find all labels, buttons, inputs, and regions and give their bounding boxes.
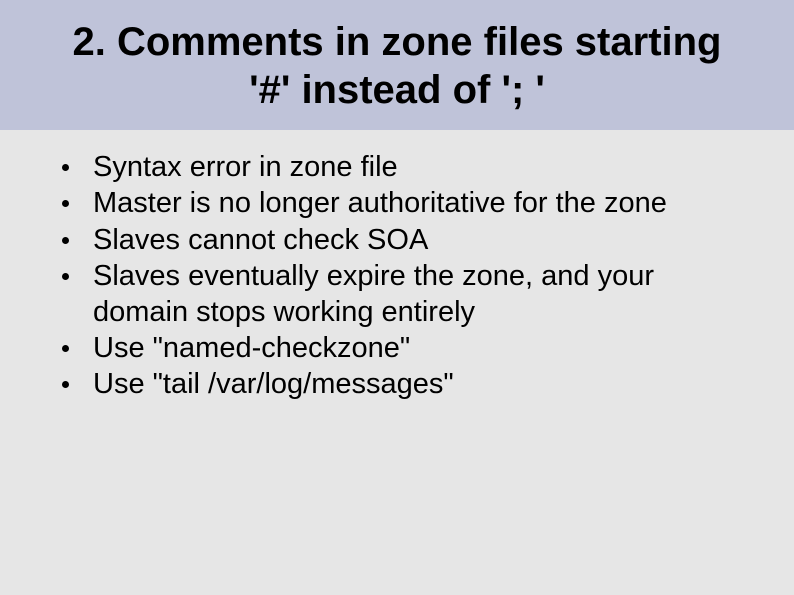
bullet-text: Slaves eventually expire the zone, and y… <box>93 259 754 330</box>
bullet-icon <box>62 237 69 244</box>
bullet-icon <box>62 200 69 207</box>
list-item: Slaves eventually expire the zone, and y… <box>58 259 754 330</box>
bullet-text: Slaves cannot check SOA <box>93 223 754 258</box>
bullet-text: Master is no longer authoritative for th… <box>93 186 754 221</box>
bullet-text: Use "named-checkzone" <box>93 331 754 366</box>
bullet-icon <box>62 273 69 280</box>
slide-title: 2. Comments in zone files starting '#' i… <box>60 18 734 114</box>
list-item: Master is no longer authoritative for th… <box>58 186 754 221</box>
bullet-icon <box>62 164 69 171</box>
list-item: Syntax error in zone file <box>58 150 754 185</box>
list-item: Use "tail /var/log/messages" <box>58 367 754 402</box>
list-item: Use "named-checkzone" <box>58 331 754 366</box>
slide: 2. Comments in zone files starting '#' i… <box>0 0 794 595</box>
bullet-icon <box>62 381 69 388</box>
body-area: Syntax error in zone file Master is no l… <box>0 130 794 595</box>
list-item: Slaves cannot check SOA <box>58 223 754 258</box>
bullet-text: Use "tail /var/log/messages" <box>93 367 754 402</box>
bullet-icon <box>62 345 69 352</box>
title-band: 2. Comments in zone files starting '#' i… <box>0 0 794 130</box>
bullet-text: Syntax error in zone file <box>93 150 754 185</box>
bullet-list: Syntax error in zone file Master is no l… <box>58 150 754 403</box>
